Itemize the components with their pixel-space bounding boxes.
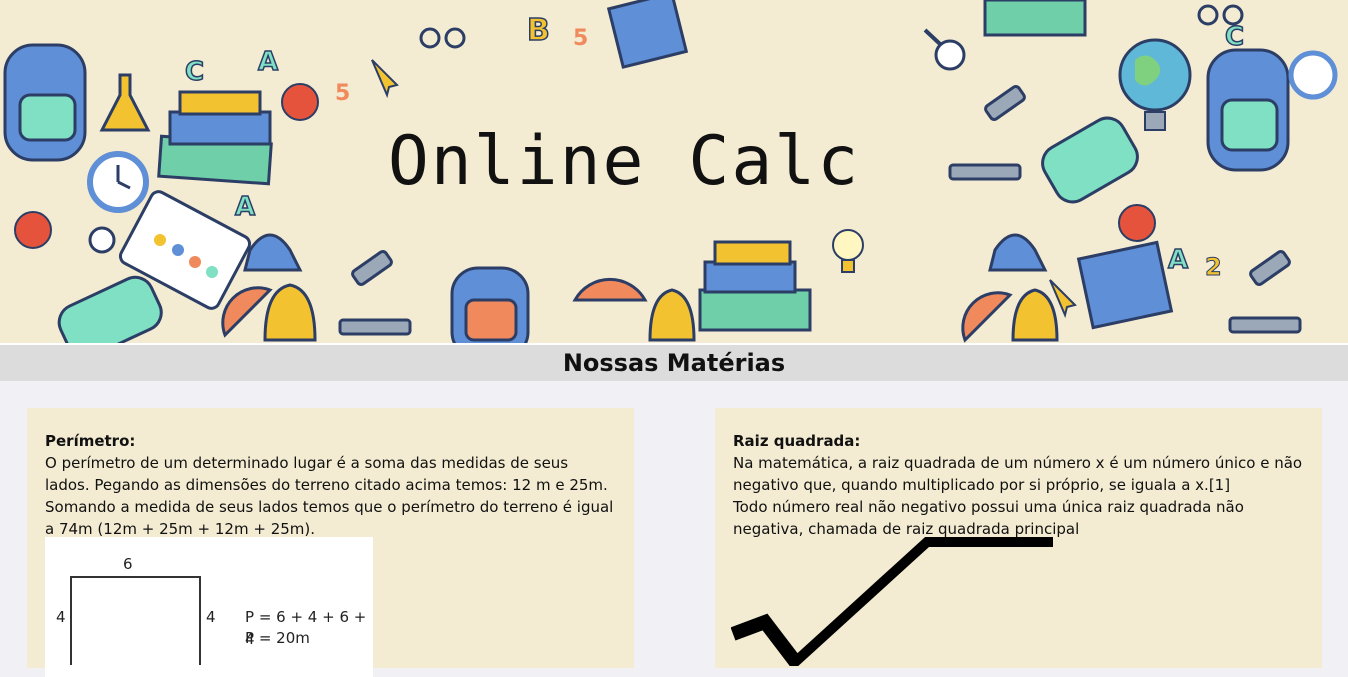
svg-text:5: 5 <box>335 81 350 106</box>
books-stack-icon <box>698 240 812 332</box>
section-heading-bar: Nossas Matérias <box>0 345 1348 381</box>
protractor-icon <box>961 291 1013 343</box>
number-two-icon: 2 <box>1205 253 1223 282</box>
apple-icon <box>281 83 319 121</box>
card-title: Perímetro: <box>45 432 136 450</box>
backpack-icon <box>450 266 530 343</box>
letter-b-icon: B <box>526 12 550 49</box>
svg-text:5: 5 <box>573 26 588 51</box>
card-text: Na matemática, a raiz quadrada de um núm… <box>733 454 1303 494</box>
perimeter-figure: 6 4 4 P = 6 + 4 + 6 + 4 P = 20m <box>45 537 373 677</box>
svg-text:B: B <box>527 13 550 48</box>
magnifier-icon <box>88 226 116 254</box>
header-banner: B A A A C C 5 5 2 Online Calc <box>0 0 1348 345</box>
letter-c-icon: C <box>184 56 205 88</box>
protractor-icon <box>572 277 648 302</box>
bell-icon <box>263 283 317 342</box>
card-text: Todo número real não negativo possui uma… <box>733 498 1244 538</box>
svg-text:A: A <box>258 47 278 77</box>
card-title: Raiz quadrada: <box>733 432 861 450</box>
letter-c-icon: C <box>1224 21 1245 53</box>
apple-icon <box>1118 204 1156 242</box>
light-bulb-icon <box>832 229 864 273</box>
apple-icon <box>14 211 52 249</box>
protractor-icon <box>221 286 273 338</box>
magnifier-icon <box>923 28 966 71</box>
svg-text:A: A <box>1168 245 1188 275</box>
microscope-icon <box>338 250 412 336</box>
shoes-icon <box>243 233 303 272</box>
microscope-icon <box>1228 250 1302 334</box>
bell-icon <box>648 288 696 342</box>
letter-a-icon: A <box>257 46 279 78</box>
shoes-icon <box>988 233 1048 272</box>
number-five-icon: 5 <box>335 81 350 106</box>
book-icon <box>606 0 689 69</box>
figure-formula-2: P = 20m <box>245 629 310 647</box>
subject-card-perimeter: Perímetro: O perímetro de um determinado… <box>27 408 634 677</box>
number-five-icon: 5 <box>573 26 588 51</box>
arrow-icon <box>371 59 399 99</box>
section-heading: Nossas Matérias <box>562 349 786 377</box>
square-root-symbol-icon <box>731 537 1053 666</box>
pencil-case-icon <box>57 275 163 343</box>
site-title: Online Calc <box>387 122 861 201</box>
letter-a-icon: A <box>1167 244 1189 276</box>
alarm-clock-icon <box>1288 50 1338 100</box>
svg-text:C: C <box>1225 22 1244 52</box>
glasses-icon <box>419 27 466 49</box>
subject-card-square-root: Raiz quadrada: Na matemática, a raiz qua… <box>715 408 1322 668</box>
card-text: O perímetro de um determinado lugar é a … <box>45 454 614 538</box>
globe-icon <box>1118 38 1192 131</box>
svg-text:2: 2 <box>1205 253 1222 281</box>
bell-icon <box>1011 288 1059 342</box>
svg-text:C: C <box>185 57 204 87</box>
